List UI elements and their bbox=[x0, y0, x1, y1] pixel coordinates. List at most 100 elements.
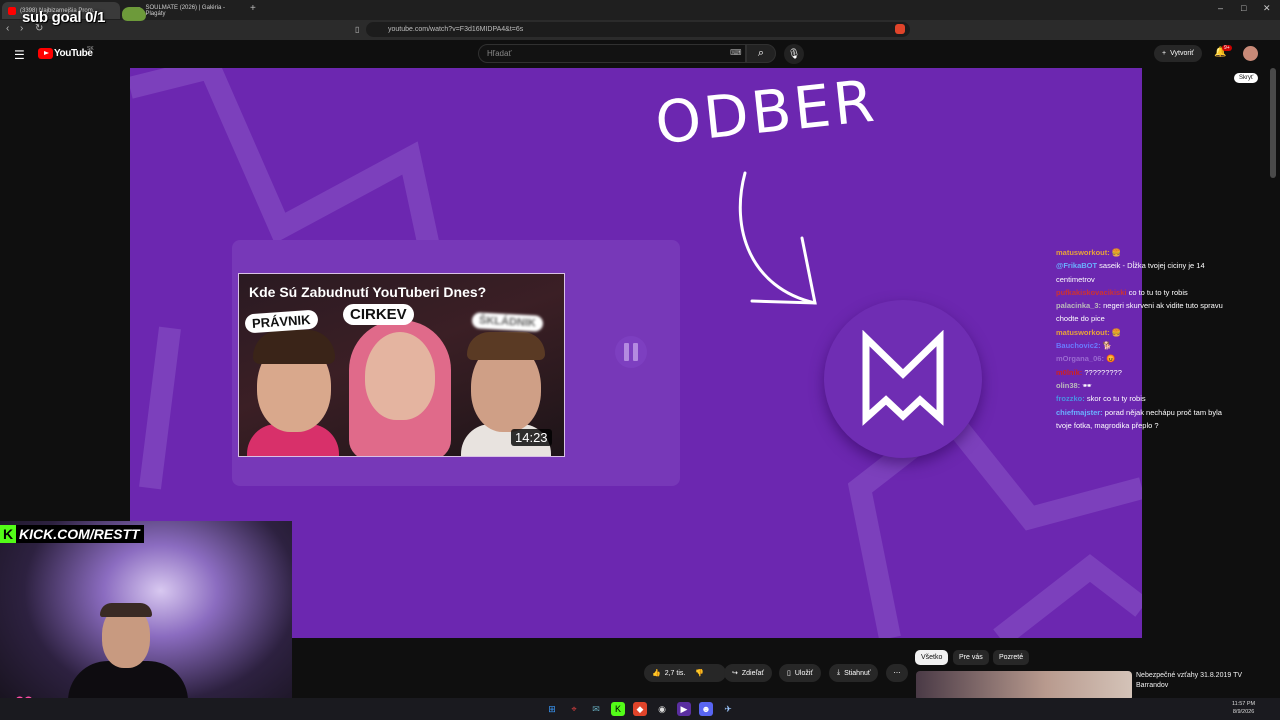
system-clock[interactable]: 11:57 PM 8/9/2026 bbox=[1232, 700, 1255, 716]
more-actions-button[interactable]: ⋯ bbox=[886, 664, 908, 682]
chat-message: matusworkout: 🍔 bbox=[1056, 326, 1226, 339]
share-button[interactable]: ↪ Zdieľať bbox=[724, 664, 773, 682]
chat-message: pufkakiskovacikiski co to tu to ty robis bbox=[1056, 286, 1226, 299]
chat-message: frozzko: skor co tu ty robis bbox=[1056, 392, 1226, 405]
chat-message: m0lnik: ????????? bbox=[1056, 366, 1226, 379]
chat-username[interactable]: Bauchovic2: bbox=[1056, 341, 1101, 350]
chat-text: 🕶 bbox=[1082, 380, 1092, 390]
pepe-frog-icon bbox=[122, 7, 146, 21]
hide-chat-button[interactable]: Skryť bbox=[1234, 73, 1259, 83]
kick-channel-banner: K KICK.COM/RESTT bbox=[0, 525, 144, 543]
tab-label: SOULMATE (2026) | Galéria - Plagáty bbox=[145, 4, 225, 17]
chat-text: co to tu to ty robis bbox=[1128, 287, 1188, 297]
youtube-logo-icon[interactable] bbox=[38, 48, 53, 59]
page-scrollbar[interactable] bbox=[1270, 68, 1276, 178]
arrow-icon bbox=[738, 171, 817, 305]
recommended-video-title[interactable]: Nebezpečné vzťahy 31.8.2019 TV Barrandov bbox=[1136, 671, 1266, 691]
thumbs-down-icon[interactable]: 👎 bbox=[695, 669, 704, 677]
chat-username[interactable]: chiefmajster: bbox=[1056, 408, 1103, 417]
channel-logo-icon bbox=[862, 330, 944, 426]
chat-message: Bauchovic2: 🐕 bbox=[1056, 339, 1226, 352]
chat-username[interactable]: matusworkout: bbox=[1056, 248, 1110, 257]
chat-username[interactable]: palacinka_3: bbox=[1056, 301, 1101, 310]
obs-icon[interactable]: ◉ bbox=[655, 702, 669, 716]
endcard-video-thumbnail[interactable]: Kde Sú Zabudnutí YouTuberi Dnes? PRÁVNIK… bbox=[238, 273, 565, 457]
media-app-icon[interactable]: ▶ bbox=[677, 702, 691, 716]
recommended-video-thumbnail[interactable] bbox=[916, 671, 1132, 701]
like-button[interactable]: 👍 2,7 tis. 👎 bbox=[644, 664, 726, 682]
filter-chip-all[interactable]: Všetko bbox=[915, 650, 949, 665]
chat-message: chiefmajster: porad nějak nechápu proč t… bbox=[1056, 406, 1226, 433]
search-input[interactable]: Hľadať bbox=[478, 44, 746, 63]
video-duration: 14:23 bbox=[511, 429, 552, 446]
voice-search-button[interactable]: 🎙 bbox=[784, 44, 804, 64]
streamer-webcam bbox=[0, 521, 292, 720]
share-icon: ↪ bbox=[732, 670, 738, 677]
chat-text: ????????? bbox=[1084, 367, 1122, 377]
save-label: Uložiť bbox=[794, 669, 814, 677]
download-icon: ⤓ bbox=[837, 669, 841, 676]
stream-chat: matusworkout: 🍔 @FrikaBOT saseik - Dĺžka … bbox=[1056, 246, 1226, 432]
bookmark-icon: ▯ bbox=[787, 670, 791, 677]
steam-icon[interactable]: ✈ bbox=[721, 702, 735, 716]
map-pin-icon[interactable]: ⌖ bbox=[567, 702, 581, 716]
kick-url-text: KICK.COM/RESTT bbox=[19, 526, 140, 542]
brave-browser-icon[interactable]: ◆ bbox=[633, 702, 647, 716]
thumbnail-hair bbox=[467, 332, 545, 360]
new-tab-button[interactable]: + bbox=[250, 3, 256, 14]
kick-logo-icon: K bbox=[0, 525, 16, 543]
clock-date: 8/9/2026 bbox=[1232, 709, 1255, 715]
chat-text: 🍔 bbox=[1111, 248, 1122, 257]
microphone-icon: 🎙 bbox=[787, 48, 801, 60]
download-button[interactable]: ⤓ Stiahnuť bbox=[829, 664, 879, 682]
thumbnail-hair bbox=[253, 330, 335, 364]
pause-icon[interactable] bbox=[615, 336, 647, 368]
notification-badge: 9+ bbox=[1222, 45, 1232, 51]
create-label: Vytvoriť bbox=[1170, 50, 1194, 57]
chat-username[interactable]: m0lnik: bbox=[1056, 368, 1082, 377]
save-button[interactable]: ▯ Uložiť bbox=[779, 664, 822, 682]
windows-start-icon[interactable]: ⊞ bbox=[545, 702, 559, 716]
chat-username[interactable]: pufkakiskovacikiski bbox=[1056, 288, 1126, 297]
kick-app-icon[interactable]: K bbox=[611, 702, 625, 716]
chat-text: 🐕 bbox=[1102, 341, 1113, 351]
filter-chip-watched[interactable]: Pozreté bbox=[993, 650, 1030, 665]
chat-username[interactable]: matusworkout: bbox=[1056, 328, 1110, 337]
bookmark-icon[interactable]: ▯ bbox=[355, 25, 359, 34]
chat-text: 😡 bbox=[1106, 354, 1116, 364]
filter-chip-for-you[interactable]: Pre vás bbox=[953, 650, 989, 665]
chat-username[interactable]: olin38: bbox=[1056, 381, 1080, 390]
app-icon[interactable]: ✉ bbox=[589, 702, 603, 716]
create-button[interactable]: + Vytvoriť bbox=[1154, 45, 1202, 62]
endcard-video-title: Kde Sú Zabudnutí YouTuberi Dnes? bbox=[249, 284, 487, 300]
chat-message: palacinka_3: negeri skurveni ak vidite t… bbox=[1056, 299, 1226, 326]
chat-username[interactable]: frozzko: bbox=[1056, 394, 1085, 403]
close-window-button[interactable]: ✕ bbox=[1263, 3, 1271, 14]
account-avatar[interactable] bbox=[1243, 46, 1258, 61]
url-bar[interactable]: youtube.com/watch?v=F3d16MIDPA4&t=6s bbox=[366, 22, 910, 37]
download-label: Stiahnuť bbox=[844, 669, 871, 677]
like-count: 2,7 tis. bbox=[664, 669, 686, 677]
menu-icon[interactable]: ☰ bbox=[14, 48, 25, 62]
brave-shield-icon[interactable] bbox=[895, 24, 905, 34]
chat-username[interactable]: @FrikaBOT bbox=[1056, 261, 1097, 270]
discord-icon[interactable]: ☻ bbox=[699, 702, 713, 716]
share-label: Zdieľať bbox=[741, 669, 765, 677]
clock-time: 11:57 PM bbox=[1232, 701, 1256, 707]
keyboard-icon[interactable]: ⌨ bbox=[730, 48, 742, 57]
minimize-button[interactable]: – bbox=[1218, 3, 1223, 13]
search-button[interactable]: ⌕ bbox=[746, 44, 776, 63]
back-button[interactable]: ‹ bbox=[6, 23, 9, 34]
chat-message: olin38: 🕶 bbox=[1056, 379, 1226, 392]
youtube-favicon-icon bbox=[8, 6, 16, 15]
region-code: SK bbox=[87, 46, 94, 52]
webcam-person-hair bbox=[100, 603, 152, 617]
maximize-button[interactable]: □ bbox=[1241, 3, 1246, 13]
sub-goal-overlay: sub goal 0/1 bbox=[22, 9, 106, 26]
chat-message: matusworkout: 🍔 bbox=[1056, 246, 1226, 259]
chat-text: skor co tu ty robis bbox=[1086, 394, 1146, 404]
chat-message: @FrikaBOT saseik - Dĺžka tvojej ciciny j… bbox=[1056, 259, 1226, 286]
chat-message: mOrgana_06: 😡 bbox=[1056, 352, 1226, 365]
chat-username[interactable]: mOrgana_06: bbox=[1056, 354, 1104, 363]
thumbs-up-icon: 👍 bbox=[652, 670, 661, 677]
